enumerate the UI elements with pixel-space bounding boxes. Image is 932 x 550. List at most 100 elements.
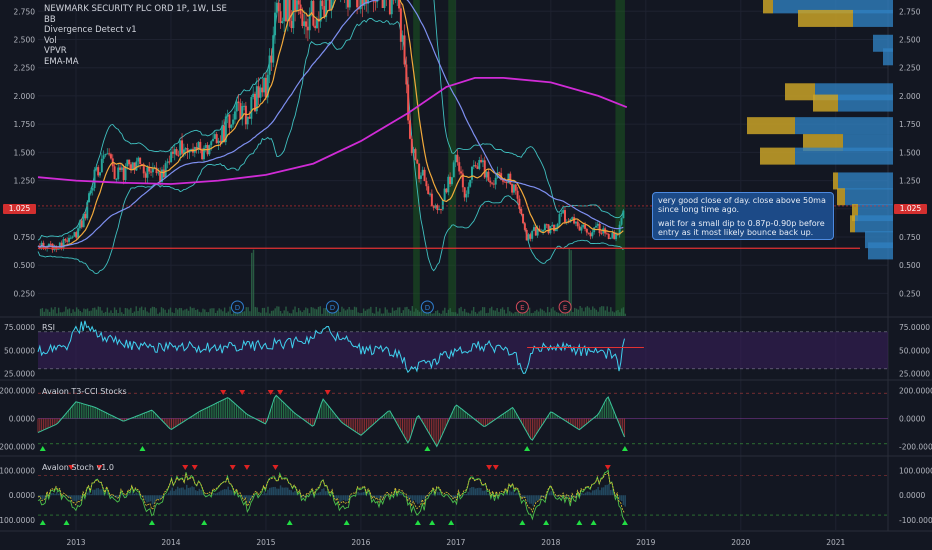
candle-body [217,140,220,144]
candle-body [166,161,169,164]
stoch-histogram-bar [465,493,468,496]
x-tick-2017: 2017 [446,538,465,547]
candle-body [582,224,585,228]
volume-bar [536,309,538,316]
price-tick-left-1.750: 1.750 [14,120,36,129]
volume-bar [122,313,125,316]
candle-body [498,172,501,174]
candle-body [403,35,406,65]
volume-bar [402,310,404,316]
stoch-histogram-bar [413,495,415,501]
stoch-histogram-bar [624,495,626,507]
volume-bar [382,313,385,316]
indicator-volume[interactable]: Vol [44,36,227,47]
volume-bar [622,307,625,316]
volume-bar [204,309,206,316]
volume-bar [530,313,533,316]
candle-body [117,167,120,180]
volume-bar [353,306,356,316]
volume-bar [406,306,408,316]
volume-bar [606,306,608,316]
candle-body [534,227,537,236]
volume-bar [355,307,358,316]
symbol-title[interactable]: NEWMARK SECURITY PLC ORD 1P, 1W, LSE [44,4,227,15]
volume-bar [278,306,280,316]
vpvr-up-bar-1 [853,9,893,27]
indicator-vpvr[interactable]: VPVR [44,46,227,57]
candle-body [157,172,160,174]
candle-body [290,21,293,29]
candle-body [348,0,351,8]
candle-body [108,153,111,155]
candle-body [328,0,331,10]
volume-bar [112,313,114,316]
stoch-label[interactable]: Avalon Stoch v1.0 [42,463,114,472]
volume-bar [260,312,262,316]
stoch-histogram-bar [196,491,199,496]
volume-bar [321,313,323,316]
annotation-callout[interactable]: very good close of day. close above 50ma… [652,192,834,240]
stoch-histogram-bar [292,492,294,496]
stoch-histogram-bar [478,487,480,496]
volume-bar [592,306,594,316]
volume-bar [274,308,276,316]
indicator-divergence[interactable]: Divergence Detect v1 [44,25,227,36]
rsi-label[interactable]: RSI [42,323,55,332]
candle-body [551,224,554,226]
cci-label[interactable]: Avalon T3-CCI Stocks [42,387,127,396]
candle-body [525,229,528,241]
volume-bar [433,313,435,316]
volume-bar [371,312,374,316]
volume-bar [288,313,291,316]
stoch-histogram-bar [213,493,215,496]
volume-bar [588,307,590,316]
stoch-histogram-bar [169,490,172,496]
volume-bar [339,312,341,316]
stoch-histogram-bar [344,495,347,502]
stoch-histogram-bar [128,493,130,496]
stoch-histogram-bar [588,491,590,496]
stoch-histogram-bar [176,486,179,496]
volume-bar [456,313,459,316]
stoch-histogram-bar [283,487,285,496]
candle-body [545,224,548,226]
candle-body [215,134,218,144]
stoch-histogram-bar [144,495,146,501]
stoch-histogram-bar [404,495,406,496]
candle-body [321,0,324,7]
stoch-histogram-bar [54,493,56,496]
vpvr-down-bar-8 [760,147,795,165]
volume-bar [290,313,293,316]
candle-body [390,0,393,15]
stoch-histogram-bar [406,495,408,496]
volume-bar [527,311,529,316]
candle-body [443,188,446,201]
volume-bar [47,309,49,316]
price-tick-left-2.000: 2.000 [14,92,36,101]
indicator-bb[interactable]: BB [44,15,227,26]
volume-bar [389,312,392,316]
volume-bar [162,308,165,316]
volume-bar [218,308,220,316]
stoch-histogram-bar [178,488,181,496]
vpvr-down-bar-5 [813,94,838,112]
volume-bar [460,306,462,316]
trading-chart[interactable]: DDDEE 0.2500.2500.5000.5000.7500.7501.00… [0,0,932,550]
volume-bar [186,308,188,316]
candle-body [487,171,490,181]
cci-tick-left--200.0000: -200.0000 [0,443,35,452]
stoch-histogram-bar [137,493,139,496]
volume-bar [380,313,383,316]
candle-body [261,87,264,93]
candle-body [419,175,422,179]
stoch-histogram-bar [43,495,45,500]
volume-bar [615,310,617,316]
stoch-histogram-bar [469,487,471,496]
volume-bar [516,311,518,316]
candle-body [512,184,515,193]
stoch-histogram-bar [222,489,224,496]
candle-body [263,77,266,93]
annotation-line-1: very good close of day. close above 50ma… [658,196,826,215]
candle-body [150,171,153,173]
indicator-ema-ma[interactable]: EMA-MA [44,57,227,68]
